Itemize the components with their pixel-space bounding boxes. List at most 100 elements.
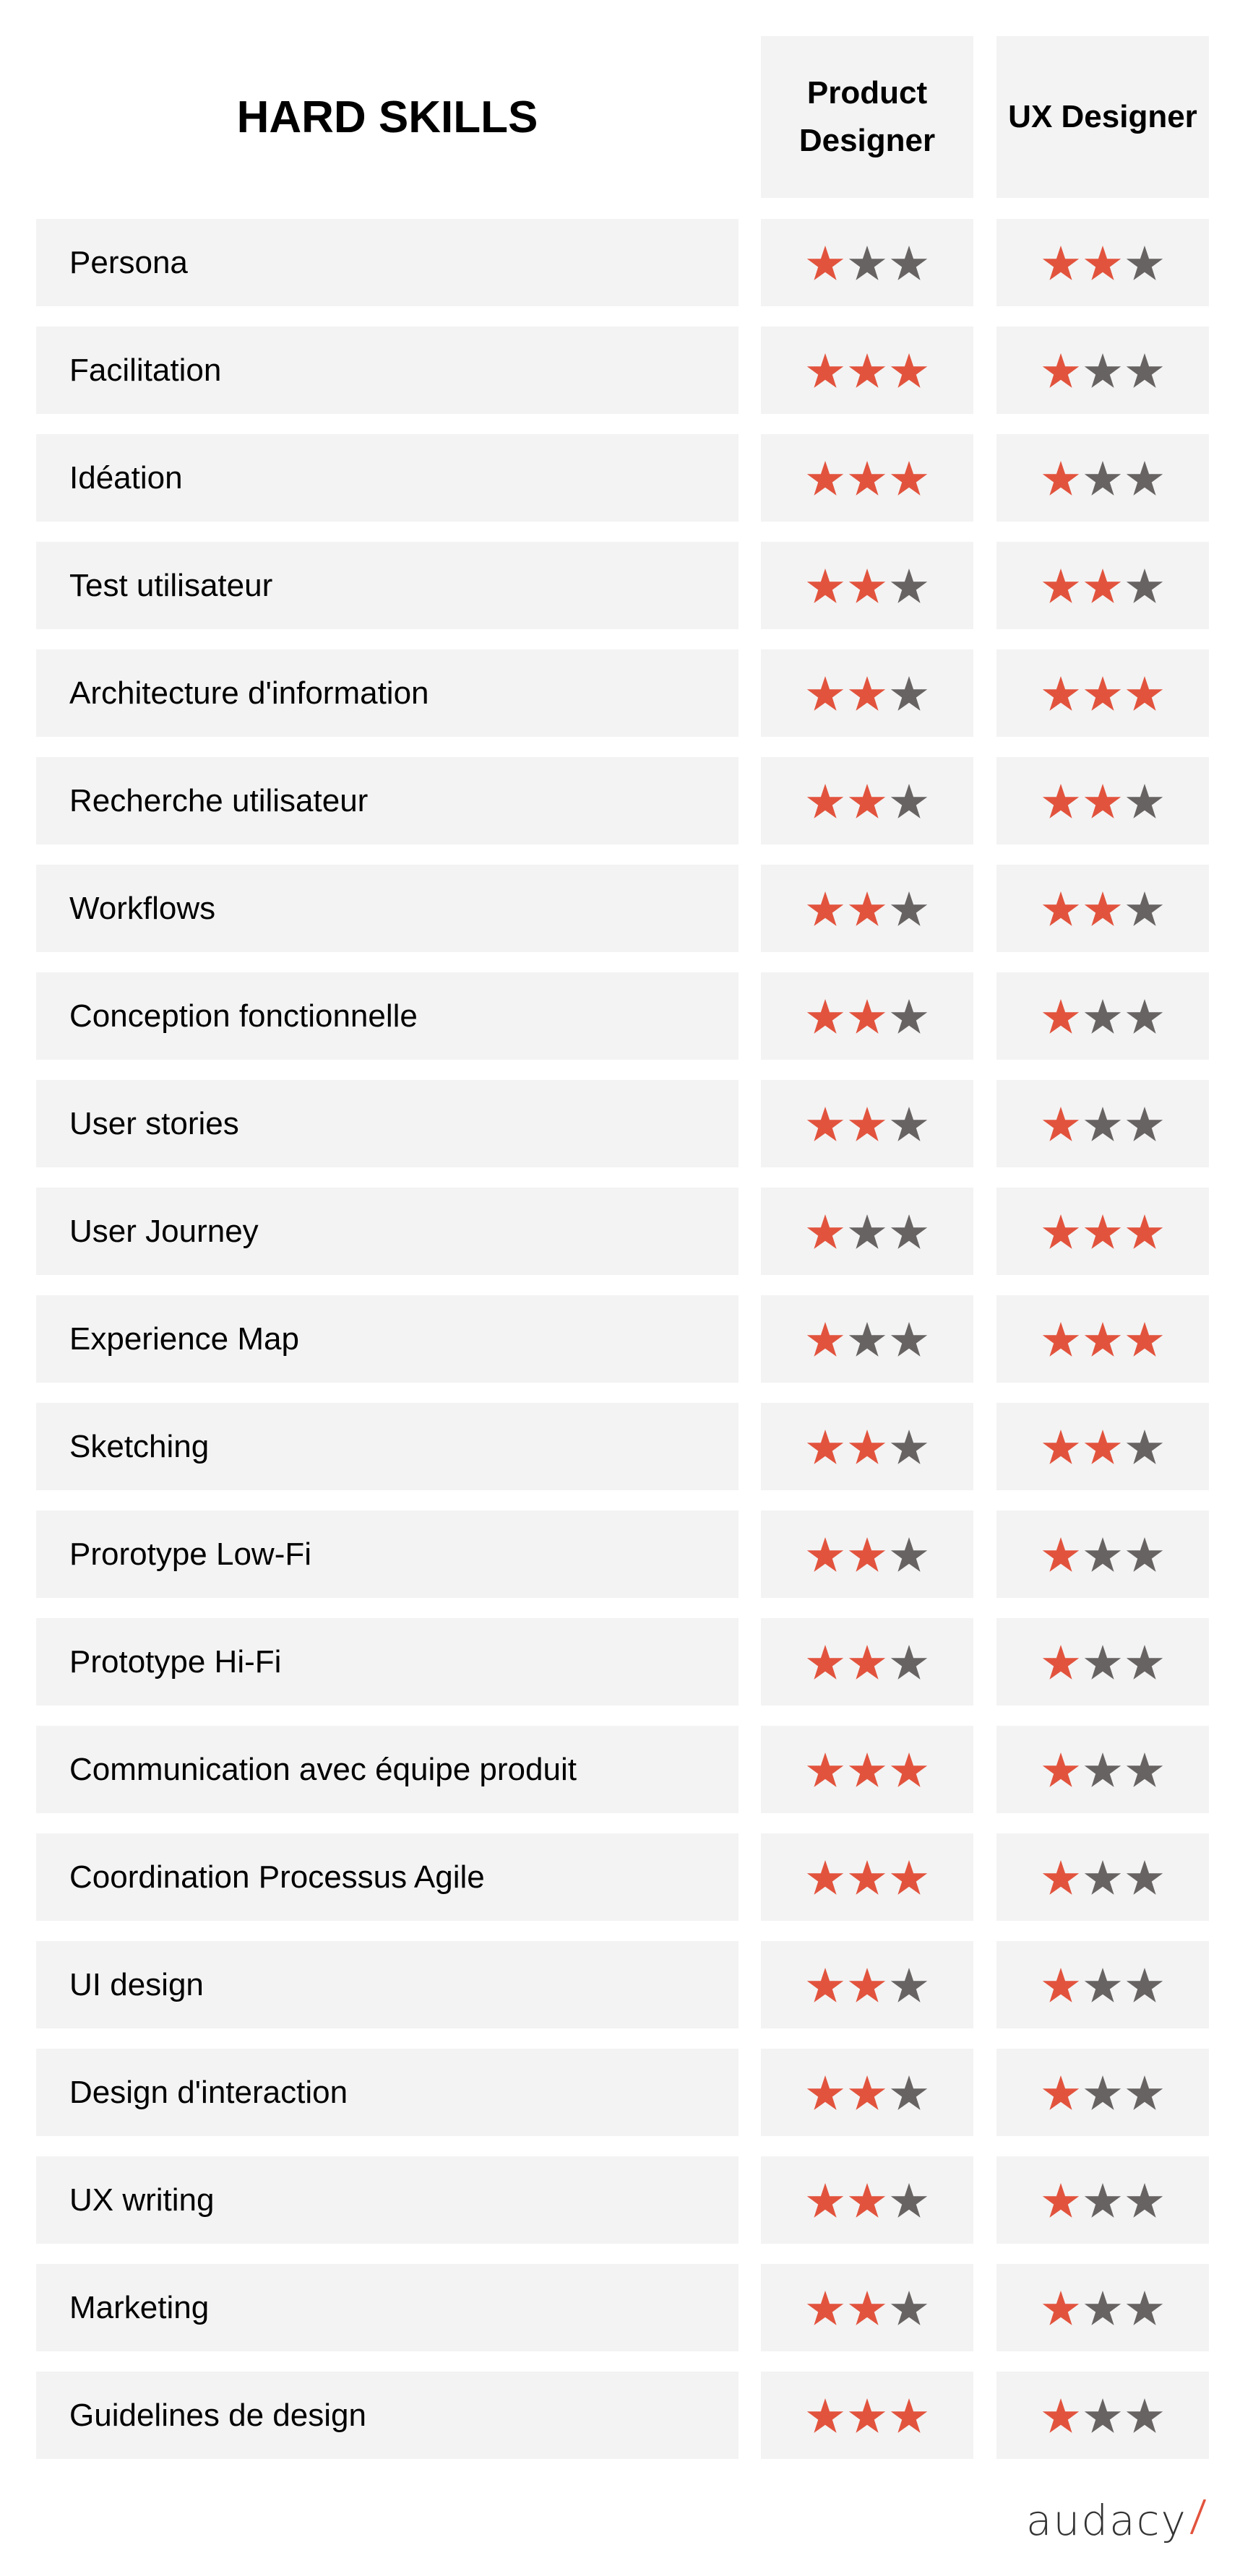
product-designer-rating-cell — [761, 972, 973, 1060]
ux-designer-rating-cell — [996, 2156, 1209, 2244]
star-rating-product-designer — [761, 1941, 973, 2028]
ux-designer-rating-cell — [996, 1403, 1209, 1490]
ux-designer-rating-cell — [996, 1726, 1209, 1813]
star-filled-icon — [1042, 1536, 1080, 1572]
star-filled-icon — [1084, 245, 1121, 280]
star-filled-icon — [806, 1429, 844, 1464]
star-filled-icon — [806, 1644, 844, 1680]
star-filled-icon — [1042, 353, 1080, 388]
star-empty-icon — [1084, 2182, 1121, 2218]
ux-designer-rating-cell — [996, 2372, 1209, 2459]
star-filled-icon — [1126, 1321, 1163, 1357]
star-filled-icon — [848, 568, 886, 603]
skill-label-cell: Marketing — [36, 2264, 739, 2351]
product-designer-rating-cell — [761, 1941, 973, 2028]
star-filled-icon — [848, 2075, 886, 2110]
ux-designer-rating-cell — [996, 1188, 1209, 1275]
product-designer-rating-cell — [761, 327, 973, 414]
column-header-product-designer: Product Designer — [761, 36, 973, 198]
star-filled-icon — [848, 353, 886, 388]
star-rating-product-designer — [761, 2264, 973, 2351]
star-filled-icon — [1042, 245, 1080, 280]
star-empty-icon — [890, 783, 928, 818]
star-filled-icon — [806, 460, 844, 496]
star-filled-icon — [806, 568, 844, 603]
star-rating-ux-designer — [996, 1080, 1209, 1167]
star-filled-icon — [1042, 460, 1080, 496]
product-designer-rating-cell — [761, 1833, 973, 1921]
star-empty-icon — [1084, 1752, 1121, 1787]
skill-label: UX writing — [69, 2182, 215, 2218]
column-header-ux-designer: UX Designer — [996, 36, 1209, 198]
skill-label: Communication avec équipe produit — [69, 1751, 577, 1787]
star-empty-icon — [1126, 1644, 1163, 1680]
star-empty-icon — [1084, 2290, 1121, 2325]
star-empty-icon — [890, 998, 928, 1034]
star-empty-icon — [890, 675, 928, 711]
star-filled-icon — [890, 460, 928, 496]
table-row: Prorotype Low-Fi — [0, 1510, 1240, 1598]
star-filled-icon — [806, 891, 844, 926]
star-filled-icon — [848, 1644, 886, 1680]
product-designer-rating-cell — [761, 1295, 973, 1383]
star-rating-ux-designer — [996, 1403, 1209, 1490]
skill-label-cell: Test utilisateur — [36, 542, 739, 629]
star-rating-product-designer — [761, 542, 973, 629]
star-filled-icon — [1042, 1752, 1080, 1787]
skill-label-cell: Design d'interaction — [36, 2049, 739, 2136]
star-filled-icon — [1042, 2398, 1080, 2433]
star-filled-icon — [848, 460, 886, 496]
skill-label: Guidelines de design — [69, 2397, 366, 2433]
star-filled-icon — [806, 245, 844, 280]
product-designer-rating-cell — [761, 1510, 973, 1598]
skill-label-cell: UI design — [36, 1941, 739, 2028]
ux-designer-rating-cell — [996, 1080, 1209, 1167]
page-title-text: HARD SKILLS — [236, 92, 538, 142]
star-empty-icon — [1126, 998, 1163, 1034]
star-rating-ux-designer — [996, 542, 1209, 629]
star-filled-icon — [806, 2182, 844, 2218]
product-designer-rating-cell — [761, 434, 973, 522]
star-empty-icon — [1126, 891, 1163, 926]
star-filled-icon — [848, 783, 886, 818]
ux-designer-rating-cell — [996, 1833, 1209, 1921]
star-rating-ux-designer — [996, 757, 1209, 844]
table-row: Recherche utilisateur — [0, 757, 1240, 844]
slash-icon — [1190, 2499, 1206, 2534]
star-rating-product-designer — [761, 434, 973, 522]
skill-label: User stories — [69, 1105, 239, 1141]
star-empty-icon — [890, 2290, 928, 2325]
star-rating-product-designer — [761, 2372, 973, 2459]
star-empty-icon — [890, 2182, 928, 2218]
skill-label: Facilitation — [69, 352, 222, 388]
star-rating-ux-designer — [996, 2264, 1209, 2351]
product-designer-rating-cell — [761, 1080, 973, 1167]
skill-label-cell: User stories — [36, 1080, 739, 1167]
product-designer-rating-cell — [761, 2372, 973, 2459]
star-empty-icon — [1126, 568, 1163, 603]
star-rating-ux-designer — [996, 865, 1209, 952]
star-empty-icon — [1084, 1106, 1121, 1141]
skill-label-cell: Prototype Hi-Fi — [36, 1618, 739, 1706]
skill-label-cell: Facilitation — [36, 327, 739, 414]
star-filled-icon — [806, 353, 844, 388]
skill-label: Prorotype Low-Fi — [69, 1536, 312, 1572]
star-rating-ux-designer — [996, 1618, 1209, 1706]
star-filled-icon — [1042, 1106, 1080, 1141]
star-rating-product-designer — [761, 2156, 973, 2244]
product-designer-rating-cell — [761, 542, 973, 629]
star-empty-icon — [890, 568, 928, 603]
ux-designer-rating-cell — [996, 542, 1209, 629]
skill-label: Persona — [69, 244, 188, 280]
skill-label-cell: Sketching — [36, 1403, 739, 1490]
star-empty-icon — [890, 1967, 928, 2002]
star-empty-icon — [1126, 2182, 1163, 2218]
star-empty-icon — [1084, 1644, 1121, 1680]
table-row: UI design — [0, 1941, 1240, 2028]
skill-label: Marketing — [69, 2289, 210, 2325]
star-filled-icon — [806, 1106, 844, 1141]
star-empty-icon — [1126, 1536, 1163, 1572]
skill-label: Conception fonctionnelle — [69, 998, 418, 1034]
ux-designer-rating-cell — [996, 434, 1209, 522]
star-filled-icon — [848, 1536, 886, 1572]
